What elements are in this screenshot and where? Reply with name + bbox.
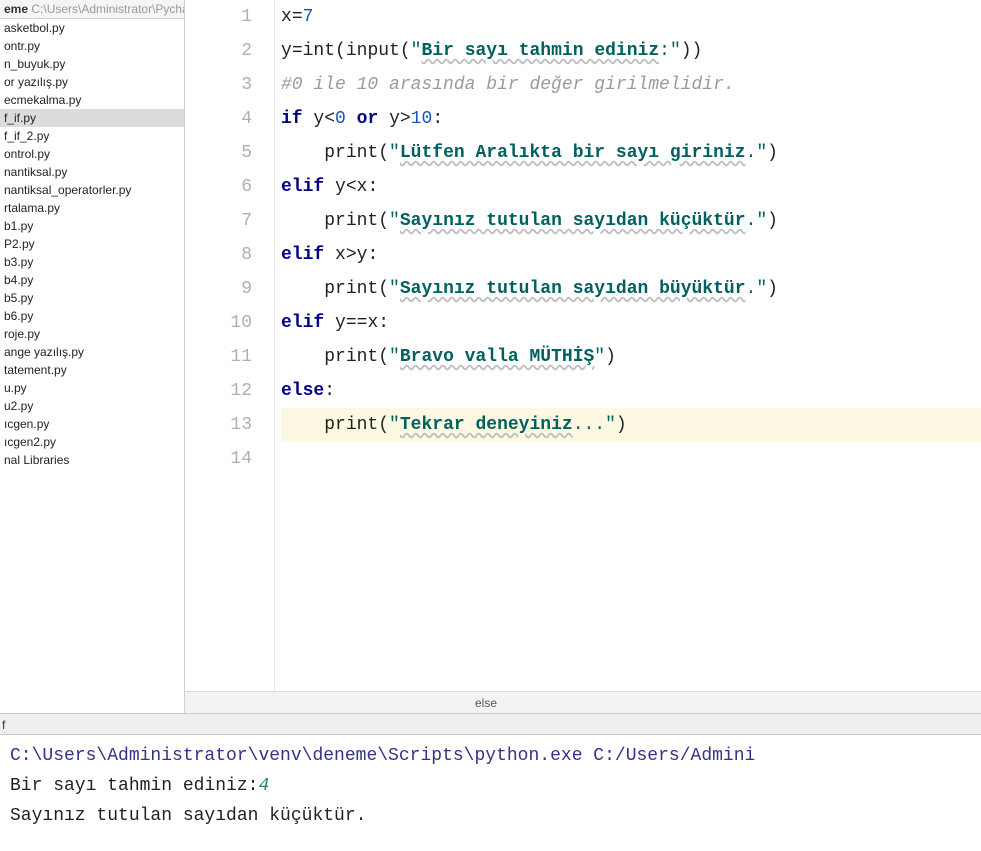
- code-line[interactable]: elif x>y:: [281, 238, 981, 272]
- file-item[interactable]: nal Libraries: [0, 451, 184, 469]
- line-gutter: 1234567891011121314: [185, 0, 275, 691]
- project-sidebar: eme C:\Users\Administrator\Pycha asketbo…: [0, 0, 185, 713]
- main-split: eme C:\Users\Administrator\Pycha asketbo…: [0, 0, 981, 713]
- file-item[interactable]: b6.py: [0, 307, 184, 325]
- file-item[interactable]: nantiksal.py: [0, 163, 184, 181]
- code-line[interactable]: elif y==x:: [281, 306, 981, 340]
- line-number: 6: [185, 170, 252, 204]
- console-output[interactable]: C:\Users\Administrator\venv\deneme\Scrip…: [0, 735, 981, 851]
- breadcrumb-bar[interactable]: else: [185, 691, 981, 713]
- code-line[interactable]: if y<0 or y>10:: [281, 102, 981, 136]
- line-number: 9: [185, 272, 252, 306]
- file-list[interactable]: asketbol.pyontr.pyn_buyuk.pyor yazılış.p…: [0, 19, 184, 713]
- line-number: 7: [185, 204, 252, 238]
- line-number: 10: [185, 306, 252, 340]
- file-item[interactable]: ıcgen2.py: [0, 433, 184, 451]
- console-output-line: Sayınız tutulan sayıdan küçüktür.: [10, 801, 971, 831]
- editor-area: 1234567891011121314 x=7y=int(input("Bir …: [185, 0, 981, 713]
- file-item[interactable]: tatement.py: [0, 361, 184, 379]
- console-command: C:\Users\Administrator\venv\deneme\Scrip…: [10, 741, 971, 771]
- file-item[interactable]: ange yazılış.py: [0, 343, 184, 361]
- breadcrumb-item[interactable]: else: [475, 696, 497, 710]
- console-user-input: 4: [258, 776, 269, 796]
- code-line[interactable]: elif y<x:: [281, 170, 981, 204]
- file-item[interactable]: n_buyuk.py: [0, 55, 184, 73]
- line-number: 3: [185, 68, 252, 102]
- run-tab[interactable]: f: [2, 718, 5, 732]
- file-item[interactable]: b4.py: [0, 271, 184, 289]
- file-item[interactable]: nantiksal_operatorler.py: [0, 181, 184, 199]
- code-content[interactable]: x=7y=int(input("Bir sayı tahmin ediniz:"…: [275, 0, 981, 691]
- project-path: C:\Users\Administrator\Pycha: [31, 2, 185, 16]
- line-number: 5: [185, 136, 252, 170]
- code-line[interactable]: [281, 442, 981, 476]
- file-item[interactable]: ecmekalma.py: [0, 91, 184, 109]
- code-line[interactable]: print("Bravo valla MÜTHİŞ"): [281, 340, 981, 374]
- code-editor[interactable]: 1234567891011121314 x=7y=int(input("Bir …: [185, 0, 981, 691]
- file-item[interactable]: ontr.py: [0, 37, 184, 55]
- file-item[interactable]: rtalama.py: [0, 199, 184, 217]
- file-item[interactable]: or yazılış.py: [0, 73, 184, 91]
- code-line[interactable]: #0 ile 10 arasında bir değer girilmelidi…: [281, 68, 981, 102]
- file-item[interactable]: b3.py: [0, 253, 184, 271]
- line-number: 14: [185, 442, 252, 476]
- line-number: 12: [185, 374, 252, 408]
- project-name: eme: [4, 2, 28, 16]
- file-item[interactable]: b5.py: [0, 289, 184, 307]
- line-number: 2: [185, 34, 252, 68]
- file-item[interactable]: f_if_2.py: [0, 127, 184, 145]
- console-prompt: Bir sayı tahmin ediniz:: [10, 776, 258, 796]
- code-line[interactable]: print("Sayınız tutulan sayıdan küçüktür.…: [281, 204, 981, 238]
- file-item[interactable]: b1.py: [0, 217, 184, 235]
- file-item[interactable]: u2.py: [0, 397, 184, 415]
- line-number: 1: [185, 0, 252, 34]
- line-number: 4: [185, 102, 252, 136]
- code-line[interactable]: print("Tekrar deneyiniz..."): [281, 408, 981, 442]
- run-tab-bar[interactable]: f: [0, 713, 981, 735]
- file-item[interactable]: ontrol.py: [0, 145, 184, 163]
- file-item[interactable]: asketbol.py: [0, 19, 184, 37]
- line-number: 11: [185, 340, 252, 374]
- sidebar-header: eme C:\Users\Administrator\Pycha: [0, 0, 184, 19]
- file-item[interactable]: roje.py: [0, 325, 184, 343]
- file-item[interactable]: u.py: [0, 379, 184, 397]
- code-line[interactable]: y=int(input("Bir sayı tahmin ediniz:")): [281, 34, 981, 68]
- code-line[interactable]: else:: [281, 374, 981, 408]
- console-prompt-line: Bir sayı tahmin ediniz:4: [10, 771, 971, 801]
- code-line[interactable]: print("Lütfen Aralıkta bir sayı giriniz.…: [281, 136, 981, 170]
- line-number: 8: [185, 238, 252, 272]
- line-number: 13: [185, 408, 252, 442]
- code-line[interactable]: x=7: [281, 0, 981, 34]
- code-line[interactable]: print("Sayınız tutulan sayıdan büyüktür.…: [281, 272, 981, 306]
- file-item[interactable]: f_if.py: [0, 109, 184, 127]
- file-item[interactable]: P2.py: [0, 235, 184, 253]
- file-item[interactable]: ıcgen.py: [0, 415, 184, 433]
